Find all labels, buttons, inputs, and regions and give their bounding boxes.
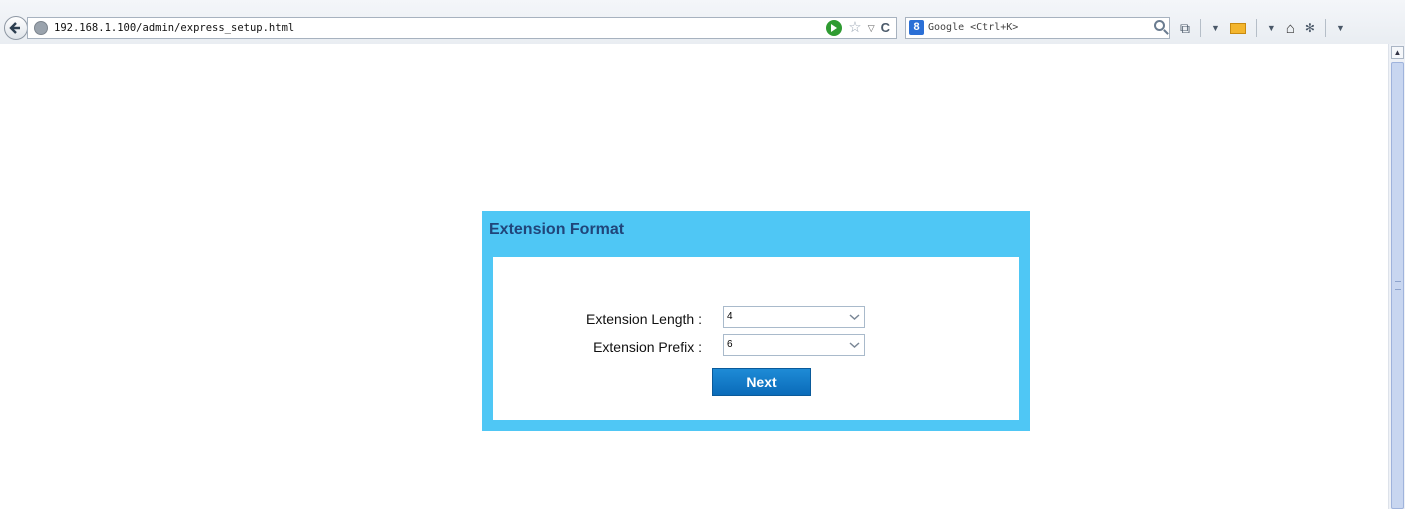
panel-title: Extension Format [489,221,625,238]
google-engine-icon[interactable]: 8 [909,20,924,35]
addon-icon[interactable]: ✻ [1305,18,1315,38]
back-button[interactable] [4,16,28,40]
extension-length-label: Extension Length : [586,311,702,327]
back-arrow-icon [9,22,20,34]
next-button[interactable]: Next [712,368,811,396]
search-bar[interactable]: 8 Google <Ctrl+K> [905,17,1170,39]
home-icon[interactable]: ⌂ [1286,20,1295,37]
extension-length-value: 4 [727,311,733,322]
extension-length-select[interactable]: 4 [723,306,865,328]
panel-body: Extension Length : 4 Extension Prefix : … [493,257,1019,420]
reload-icon[interactable]: C [881,20,890,36]
address-bar[interactable]: 192.168.1.100/admin/express_setup.html ☆… [27,17,897,39]
site-identity-icon[interactable] [34,21,48,35]
search-icon[interactable] [1154,20,1165,31]
extension-format-panel: Extension Format Extension Length : 4 Ex… [482,211,1030,431]
url-text[interactable]: 192.168.1.100/admin/express_setup.html [54,22,294,34]
separator [1255,19,1257,37]
mail-icon[interactable] [1229,22,1246,34]
url-history-dropdown-icon[interactable]: ▽ [868,20,875,36]
scroll-thumb[interactable] [1391,62,1404,509]
screenshot-icon[interactable]: ⧉ [1180,18,1190,38]
extension-prefix-label: Extension Prefix : [593,339,702,355]
chevron-down-icon[interactable] [846,308,863,326]
scroll-grip [1395,281,1401,290]
chevron-down-icon[interactable] [846,336,863,354]
separator [1324,19,1326,37]
scroll-up-arrow-icon[interactable]: ▲ [1391,46,1404,59]
extension-prefix-value: 6 [727,339,733,350]
browser-toolbar: 192.168.1.100/admin/express_setup.html ☆… [0,0,1405,44]
mail-dropdown-icon[interactable]: ▼ [1267,18,1276,38]
screenshot-dropdown-icon[interactable]: ▼ [1211,18,1220,38]
separator [1200,19,1201,37]
bookmark-star-icon[interactable]: ☆ [848,20,861,36]
go-icon[interactable] [826,20,843,36]
vertical-scrollbar[interactable]: ▲ [1388,44,1405,509]
extension-prefix-select[interactable]: 6 [723,334,865,356]
toolbar-icons: ⧉ ▼ ▼ ⌂ ✻ ▼ [1180,18,1345,38]
search-placeholder[interactable]: Google <Ctrl+K> [928,22,1018,33]
menu-dropdown-icon[interactable]: ▼ [1336,18,1345,38]
